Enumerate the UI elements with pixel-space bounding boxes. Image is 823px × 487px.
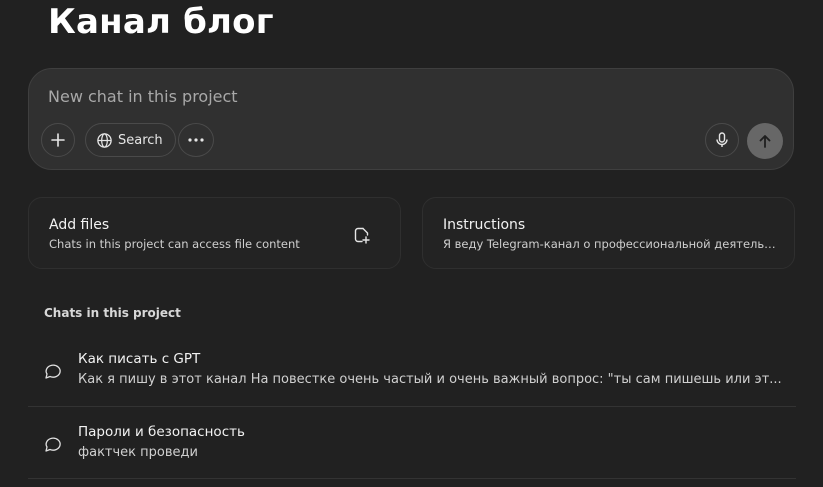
chat-composer: New chat in this project Search [28, 68, 794, 170]
more-icon [188, 138, 204, 142]
instructions-title: Instructions [443, 217, 526, 233]
chat-item-snippet: фактчек проведи [78, 445, 198, 460]
add-file-icon [354, 227, 370, 244]
add-files-subtitle: Chats in this project can access file co… [49, 237, 300, 251]
chat-bubble-icon [45, 364, 61, 379]
chat-item-title: Пароли и безопасность [78, 424, 245, 440]
instructions-card[interactable]: Instructions Я веду Telegram-канал о про… [422, 197, 795, 269]
globe-icon [97, 132, 112, 148]
project-page: Канал блог New chat in this project Sear… [0, 0, 823, 487]
voice-input-button[interactable] [705, 123, 739, 157]
page-title: Канал блог [48, 2, 274, 42]
plus-icon [51, 133, 65, 147]
chat-item[interactable]: Пароли и безопасность фактчек проведи [28, 413, 796, 479]
chat-divider [28, 478, 796, 479]
arrow-up-icon [759, 135, 771, 148]
chats-section-label: Chats in this project [44, 306, 181, 320]
send-button[interactable] [747, 123, 783, 159]
add-files-title: Add files [49, 217, 110, 233]
instructions-subtitle: Я веду Telegram-канал о профессиональной… [443, 237, 778, 251]
search-button[interactable]: Search [85, 123, 176, 157]
chat-item-title: Как писать с GPT [78, 351, 201, 367]
search-button-label: Search [118, 132, 163, 148]
mic-icon [716, 132, 728, 147]
new-chat-input[interactable]: New chat in this project [48, 87, 238, 106]
chat-bubble-icon [45, 437, 61, 452]
chat-item-snippet: Как я пишу в этот канал На повестке очен… [78, 372, 782, 387]
chat-divider [28, 406, 796, 407]
more-options-button[interactable] [178, 123, 214, 157]
add-files-card[interactable]: Add files Chats in this project can acce… [28, 197, 401, 269]
add-button[interactable] [41, 123, 75, 157]
chat-item[interactable]: Как писать с GPT Как я пишу в этот канал… [28, 340, 796, 406]
